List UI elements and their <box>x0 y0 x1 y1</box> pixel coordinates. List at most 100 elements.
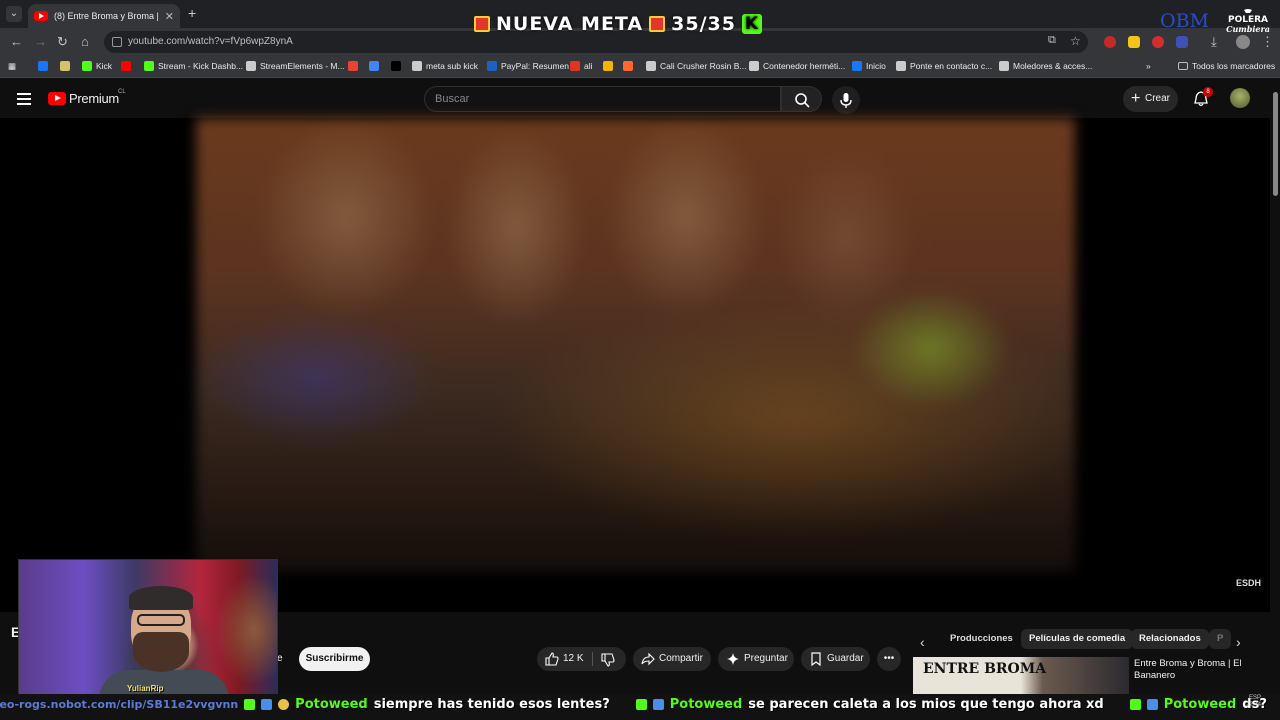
sub-goal-banner: NUEVA META 35/35 K <box>474 10 762 38</box>
ask-button[interactable]: Preguntar <box>718 647 794 671</box>
bookmark-item[interactable] <box>623 61 633 71</box>
apps-grid-icon[interactable]: ▦ <box>8 61 16 72</box>
like-dislike-group: 12 K <box>537 647 626 671</box>
menu-hamburger-icon[interactable] <box>17 93 31 105</box>
kick-logo-icon: K <box>741 14 762 34</box>
dislike-thumb-icon[interactable] <box>601 653 615 667</box>
account-avatar[interactable] <box>1230 88 1250 108</box>
site-info-icon[interactable] <box>112 37 122 47</box>
create-button[interactable]: + Crear <box>1123 86 1178 112</box>
bookmark-label: Cali Crusher Rosin B... <box>660 61 747 71</box>
extension-icon[interactable] <box>1104 36 1116 48</box>
browser-tab-active[interactable]: (8) Entre Broma y Broma | Jaide ✕ <box>28 4 180 28</box>
forward-arrow-icon[interactable]: → <box>34 34 47 49</box>
bookmark-star-icon[interactable]: ☆ <box>1070 34 1081 48</box>
chat-username: Potoweed <box>1163 697 1237 712</box>
bookmark-item[interactable]: ali <box>570 61 593 71</box>
home-icon[interactable]: ⌂ <box>81 34 89 49</box>
svg-text:Cumbiera: Cumbiera <box>1226 24 1270 34</box>
bookmark-item[interactable]: StreamElements - M... <box>246 61 345 71</box>
bookmark-item[interactable] <box>38 61 48 71</box>
premium-label: Premium <box>69 91 119 106</box>
bookmark-favicon-icon <box>369 61 379 71</box>
bookmark-label: Kick <box>96 61 113 71</box>
bookmark-favicon-icon <box>391 61 401 71</box>
recommended-video-title[interactable]: Entre Broma y Broma | El Bananero <box>1134 658 1264 682</box>
bookmark-item[interactable] <box>391 61 401 71</box>
extension-icon[interactable] <box>1152 36 1164 48</box>
youtube-header: Premium CL Buscar + Crear 8 <box>0 79 1280 119</box>
badge-icon <box>652 699 664 710</box>
folder-icon <box>1178 62 1188 70</box>
video-frame[interactable] <box>196 118 1075 572</box>
bookmark-item[interactable]: Cali Crusher Rosin B... <box>646 61 746 71</box>
bookmark-item[interactable] <box>348 61 358 71</box>
tab-title: (8) Entre Broma y Broma | Jaide <box>54 11 159 21</box>
bookmark-favicon-icon <box>603 61 613 71</box>
youtube-premium-logo[interactable]: Premium <box>48 91 119 106</box>
bookmark-favicon-icon <box>121 61 131 71</box>
bookmark-favicon-icon <box>60 61 70 71</box>
bookmark-item[interactable]: PayPal: Resumen <box>487 61 569 71</box>
page-scrollbar[interactable] <box>1270 80 1280 720</box>
profile-avatar[interactable] <box>1236 35 1250 49</box>
bookmark-item[interactable]: meta sub kick <box>412 61 478 71</box>
bookmark-label: meta sub kick <box>426 61 478 71</box>
tab-close-icon[interactable]: ✕ <box>165 10 174 23</box>
country-code: CL <box>118 89 126 95</box>
bookmark-label: Contenedor herméti... <box>763 61 846 71</box>
tab-search-button[interactable]: ⌄ <box>6 6 22 22</box>
streamer-webcam-overlay: YulianRip <box>18 559 278 695</box>
bookmarks-bar: ▦ Kick Stream - Kick Dashb... StreamElemen… <box>0 56 1280 78</box>
esdh-watermark-logo: ESDH <box>1236 578 1262 588</box>
chip-relacionados[interactable]: Relacionados <box>1131 629 1209 649</box>
chat-username: Potoweed <box>669 697 743 712</box>
extension-icon[interactable] <box>1128 36 1140 48</box>
search-button[interactable] <box>781 86 822 112</box>
bookmark-item[interactable] <box>369 61 379 71</box>
subscribe-button[interactable]: Suscribirme <box>299 647 370 671</box>
bookmark-label: ali <box>584 61 593 71</box>
like-count[interactable]: 12 K <box>563 647 584 671</box>
search-input[interactable]: Buscar <box>424 86 781 112</box>
video-player[interactable]: ESDH <box>0 118 1270 612</box>
bookmark-favicon-icon <box>749 61 759 71</box>
bookmark-label: Stream - Kick Dashb... <box>158 61 244 71</box>
scrollbar-thumb[interactable] <box>1273 92 1278 196</box>
download-icon[interactable]: ⤓ <box>1211 34 1217 50</box>
voice-search-button[interactable] <box>832 86 860 114</box>
more-bookmarks-icon[interactable]: » <box>1146 61 1151 71</box>
bookmark-item[interactable]: Contenedor herméti... <box>749 61 845 71</box>
browser-menu-icon[interactable]: ⋮ <box>1261 34 1274 50</box>
clip-url-text: eeo-rogs.nobot.com/clip/SB11e2vvgvnn <box>0 698 239 711</box>
back-arrow-icon[interactable]: ← <box>10 34 23 49</box>
chip-producciones[interactable]: Producciones <box>942 629 1021 649</box>
bookmark-item[interactable] <box>60 61 70 71</box>
save-button[interactable]: Guardar <box>801 647 870 671</box>
install-app-icon[interactable]: ⧉ <box>1048 34 1056 47</box>
all-bookmarks-folder[interactable]: Todos los marcadores <box>1178 61 1275 71</box>
bookmark-item[interactable] <box>603 61 613 71</box>
chip-peliculas-de-comedia[interactable]: Películas de comedia <box>1021 629 1134 649</box>
new-tab-button[interactable]: + <box>188 5 196 21</box>
bookmark-item[interactable]: Stream - Kick Dashb... <box>144 61 243 71</box>
like-thumb-icon[interactable] <box>545 652 559 666</box>
bookmark-item[interactable]: Inicio <box>852 61 886 71</box>
bookmark-item[interactable]: Ponte en contacto c... <box>896 61 992 71</box>
bookmark-favicon-icon <box>623 61 633 71</box>
badge-icon <box>278 699 290 710</box>
chat-message: se parecen caleta a los mios que tengo a… <box>748 697 1104 712</box>
chips-prev-arrow-icon[interactable]: ‹ <box>920 634 925 650</box>
chips-next-arrow-icon[interactable]: › <box>1236 634 1241 650</box>
ask-label: Preguntar <box>744 653 788 664</box>
kick-badge-icon <box>635 699 647 710</box>
bookmark-item[interactable]: Moledores & acces... <box>999 61 1092 71</box>
bookmark-item[interactable]: Kick <box>82 61 112 71</box>
bookmark-item[interactable] <box>121 61 131 71</box>
reload-icon[interactable]: ↻ <box>57 34 68 50</box>
more-actions-button[interactable]: ••• <box>877 647 901 671</box>
youtube-favicon-icon <box>34 11 48 21</box>
share-button[interactable]: Compartir <box>633 647 711 671</box>
chip-partial[interactable]: P <box>1209 629 1231 649</box>
extensions-puzzle-icon[interactable] <box>1176 36 1188 48</box>
